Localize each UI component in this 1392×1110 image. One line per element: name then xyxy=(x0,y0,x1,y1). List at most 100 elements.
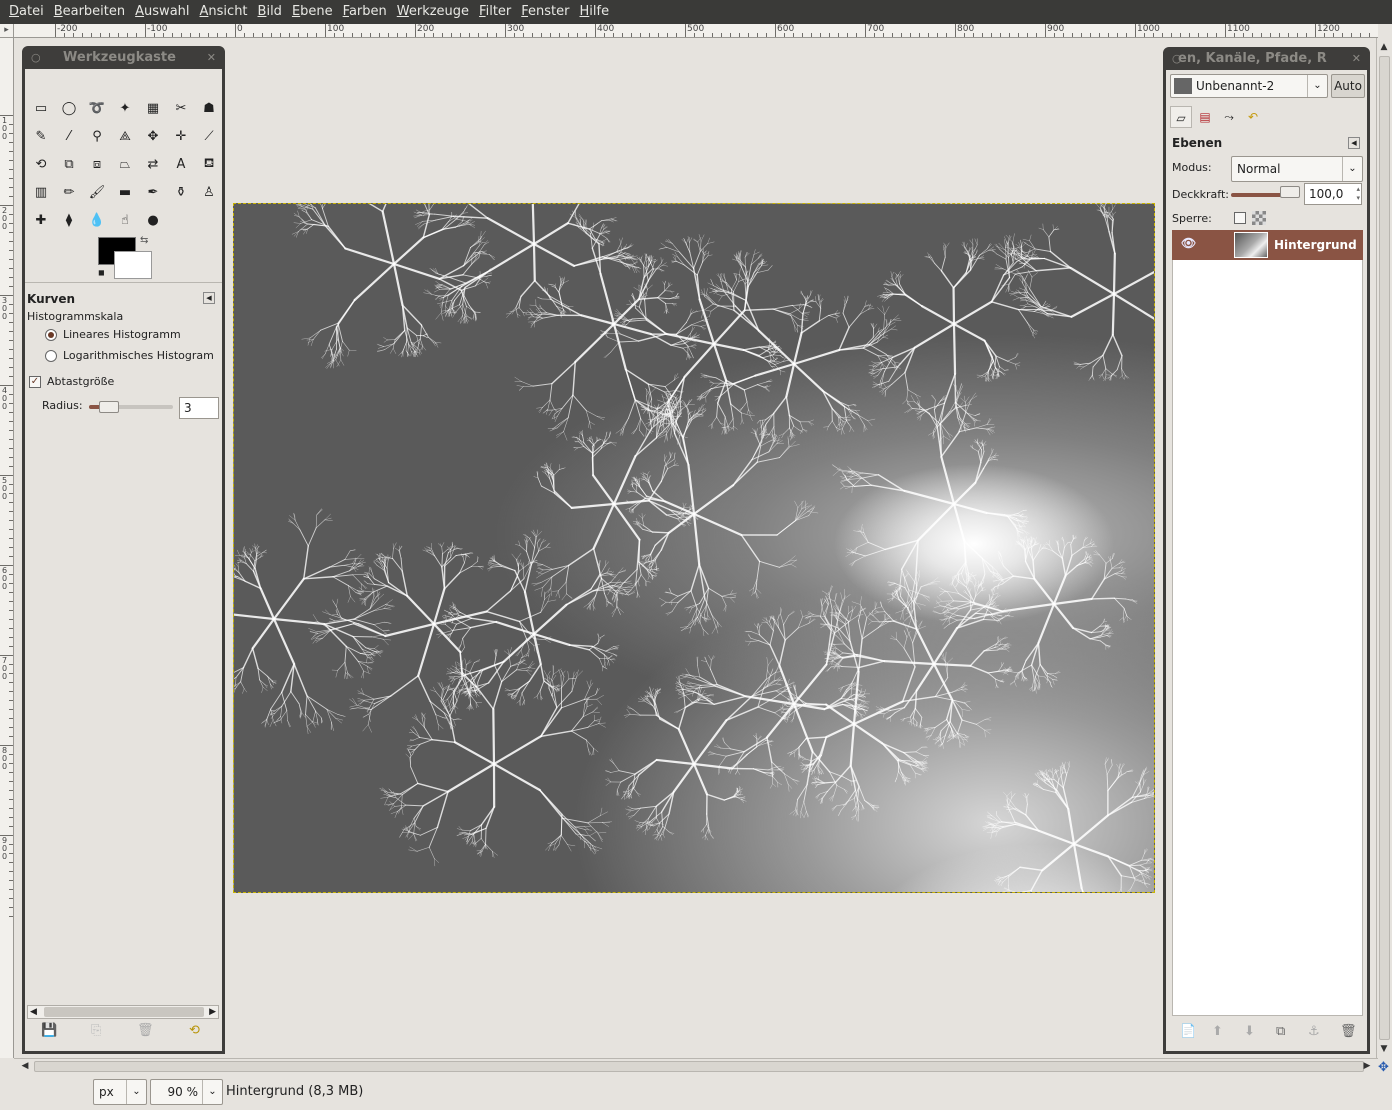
fractal-filament xyxy=(741,412,751,416)
fractal-filament xyxy=(1001,663,1004,667)
ruler-corner-button[interactable]: ▸ xyxy=(0,24,14,38)
image-canvas[interactable] xyxy=(233,203,1155,893)
fractal-filament xyxy=(711,416,717,425)
fractal-filament xyxy=(1019,278,1023,284)
fractal-filament xyxy=(607,567,610,573)
fractal-filament xyxy=(399,545,402,551)
fractal-filament xyxy=(991,249,997,255)
fractal-filament xyxy=(392,548,394,559)
fractal-filament xyxy=(343,565,354,568)
fractal-filament xyxy=(441,542,445,548)
menu-ebene[interactable]: Ebene xyxy=(287,0,338,24)
fractal-filament xyxy=(684,692,696,696)
menu-ansicht[interactable]: Ansicht xyxy=(195,0,253,24)
fractal-filament xyxy=(749,415,753,422)
vertical-ruler[interactable]: 100 200 300 400 500 600 700 800 900 xyxy=(0,38,14,1058)
fractal-filament xyxy=(435,714,444,718)
fractal-filament xyxy=(774,707,783,714)
ruler-minor-tick xyxy=(127,33,128,37)
fractal-filament xyxy=(1003,261,1018,276)
fractal-filament xyxy=(853,798,857,807)
ruler-minor-tick xyxy=(838,33,839,37)
fractal-filament xyxy=(685,668,690,675)
fractal-filament xyxy=(306,695,328,710)
ruler-minor-tick xyxy=(532,33,533,37)
fractal-filament xyxy=(332,599,337,607)
fractal-filament xyxy=(443,609,451,613)
fractal-filament xyxy=(386,585,409,597)
ruler-minor-tick xyxy=(721,33,722,37)
menu-hilfe[interactable]: Hilfe xyxy=(575,0,615,24)
menu-bearbeiten[interactable]: Bearbeiten xyxy=(49,0,130,24)
fractal-filament xyxy=(616,308,622,315)
fractal-filament xyxy=(386,559,389,569)
fractal-filament xyxy=(996,253,1007,260)
fractal-filament xyxy=(851,815,856,821)
fractal-filament xyxy=(859,596,862,605)
fractal-filament xyxy=(372,585,388,593)
ruler-minor-tick xyxy=(9,898,13,899)
fractal-filament xyxy=(750,638,760,642)
ruler-minor-tick xyxy=(496,33,497,37)
menu-filter[interactable]: Filter xyxy=(474,0,516,24)
ruler-minor-tick xyxy=(892,33,893,37)
fractal-filament xyxy=(266,718,269,725)
menu-datei[interactable]: Datei xyxy=(4,0,49,24)
fractal-filament xyxy=(1052,224,1054,231)
fractal-filament xyxy=(1012,233,1015,243)
fractal-filament xyxy=(800,312,804,334)
fractal-filament xyxy=(779,370,786,373)
fractal-filament xyxy=(469,694,471,705)
menu-fenster[interactable]: Fenster xyxy=(516,0,574,24)
fractal-filament xyxy=(492,565,502,567)
ruler-minor-tick xyxy=(1342,33,1343,37)
fractal-filament xyxy=(767,658,774,666)
ruler-minor-tick xyxy=(649,33,650,37)
fractal-filament xyxy=(633,287,640,291)
fractal-filament xyxy=(691,320,703,326)
ruler-minor-tick xyxy=(1234,33,1235,37)
fractal-filament xyxy=(384,622,436,638)
fractal-filament xyxy=(785,395,791,416)
fractal-filament xyxy=(552,692,554,697)
ruler-minor-tick xyxy=(1171,33,1172,37)
ruler-minor-tick xyxy=(9,808,13,809)
fractal-filament xyxy=(882,713,885,718)
ruler-minor-tick xyxy=(9,799,13,800)
fractal-filament xyxy=(916,576,920,586)
menu-farben[interactable]: Farben xyxy=(338,0,392,24)
fractal-filament xyxy=(1038,227,1044,230)
fractal-filament xyxy=(563,276,565,284)
fractal-filament xyxy=(469,621,498,629)
fractal-filament xyxy=(800,319,809,321)
fractal-filament xyxy=(850,780,853,786)
fractal-filament xyxy=(891,372,906,385)
ruler-minor-tick xyxy=(307,33,308,37)
menu-bild[interactable]: Bild xyxy=(253,0,287,24)
fractal-filament xyxy=(644,299,647,319)
ruler-minor-tick xyxy=(793,33,794,37)
fractal-filament xyxy=(872,615,880,623)
fractal-filament xyxy=(357,697,365,701)
ruler-minor-tick xyxy=(937,33,938,37)
fractal-filament xyxy=(679,435,681,445)
ruler-minor-tick xyxy=(9,223,13,224)
fractal-filament xyxy=(707,693,714,696)
fractal-filament xyxy=(705,309,712,312)
horizontal-ruler[interactable]: -200 -100 0 100 200 300 400 500 600 700 800 900 1000… xyxy=(14,24,1378,38)
fractal-filament xyxy=(728,374,756,386)
fractal-filament xyxy=(540,663,545,682)
fractal-filament xyxy=(835,649,837,654)
ruler-minor-tick xyxy=(9,124,13,125)
fractal-filament xyxy=(521,692,525,701)
menu-werkzeuge[interactable]: Werkzeuge xyxy=(392,0,474,24)
menu-auswahl[interactable]: Auswahl xyxy=(130,0,194,24)
fractal-filament xyxy=(687,345,692,354)
ruler-minor-tick xyxy=(802,33,803,37)
fractal-filament xyxy=(738,274,740,282)
fractal-filament xyxy=(363,693,375,700)
fractal-filament xyxy=(551,361,576,385)
fractal-filament xyxy=(883,659,936,666)
ruler-minor-tick xyxy=(9,151,13,152)
ruler-minor-tick xyxy=(901,33,902,37)
